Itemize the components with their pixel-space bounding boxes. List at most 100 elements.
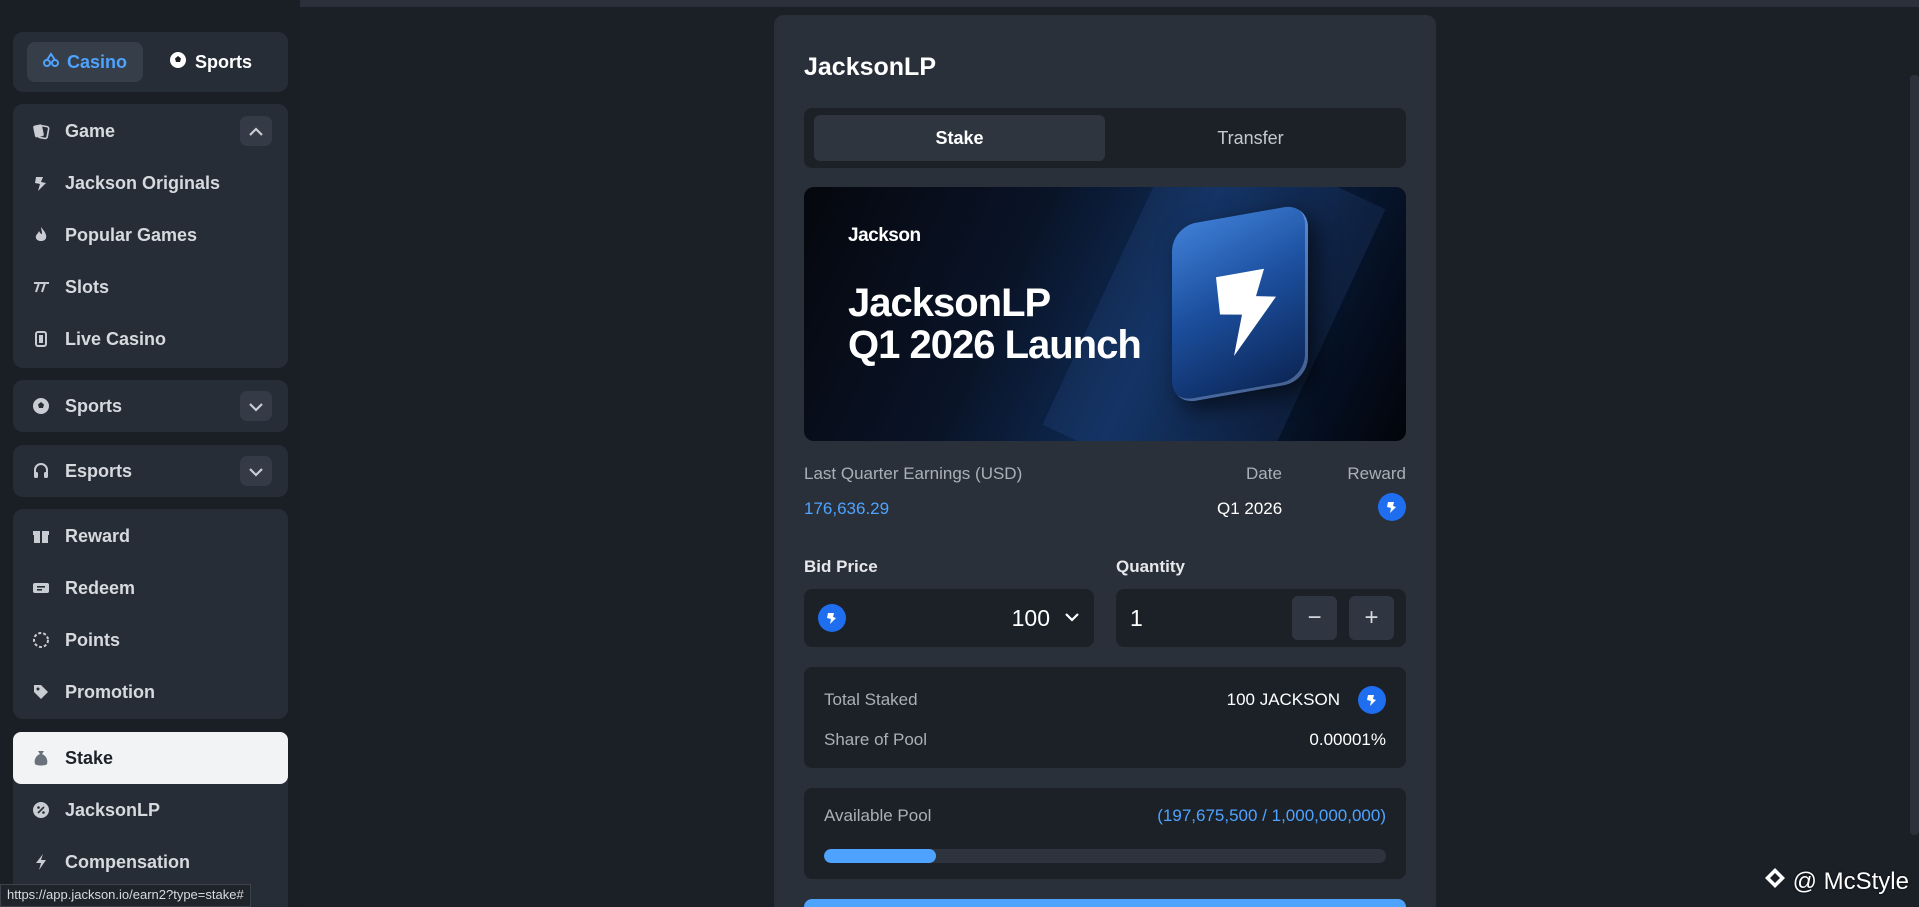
casino-mode-button[interactable]: Casino [27,42,144,82]
jackson-coin-icon [1358,686,1386,714]
share-of-pool-label: Share of Pool [824,730,928,749]
page-title: JacksonLP [804,53,937,81]
jackson-coin-icon [818,604,846,632]
pool-progress-bar [824,849,1386,863]
nav-item-game[interactable]: Game [13,105,288,157]
share-of-pool-value: 0.00001% [1309,730,1386,749]
jackson-logo-tile-icon [1172,203,1308,405]
lightning-icon [31,852,51,872]
watermark: @ McStyle [1763,866,1909,897]
nav-item-sports[interactable]: Sports [13,380,288,432]
chevron-up-icon [248,121,264,142]
nav-item-promotion[interactable]: Promotion [13,666,288,718]
nav-item-label: Reward [65,525,131,546]
nav-item-stake[interactable]: Stake [13,732,288,784]
soccer-ball-icon [169,51,187,74]
nav-item-label: Points [65,629,121,650]
collapse-game-button[interactable] [240,116,272,146]
bid-price-label: Bid Price [804,557,878,576]
slots-icon [31,277,51,297]
jackson-coin-icon [1378,493,1406,521]
stake-transfer-tabs: Stake Transfer [804,108,1406,168]
tab-transfer[interactable]: Transfer [1105,115,1396,161]
tab-stake[interactable]: Stake [814,115,1105,161]
bid-price-select[interactable]: 100 [804,589,1094,647]
total-staked-value: 100 JACKSON [1226,690,1340,709]
nav-item-label: Compensation [65,851,191,872]
total-staked-row: Total Staked 100 JACKSON [824,685,1386,715]
nav-item-label: Promotion [65,681,155,702]
quantity-input[interactable] [1130,604,1250,632]
nav-item-popular-games[interactable]: Popular Games [13,209,288,261]
page-scrollbar[interactable] [1910,75,1919,835]
headset-icon [31,461,51,481]
nav-item-slots[interactable]: Slots [13,261,288,313]
soccer-ball-icon [31,396,51,416]
pool-progress-fill [824,849,937,863]
nav-item-jacksonlp[interactable]: JacksonLP [13,784,288,836]
nav-item-label: Stake [65,747,114,768]
available-pool: Available Pool (197,675,500 / 1,000,000,… [804,788,1406,879]
sports-mode-button[interactable]: Sports [153,42,268,82]
nav-item-jackson-originals[interactable]: Jackson Originals [13,157,288,209]
chevron-down-icon [248,396,264,417]
earnings-value: 176,636.29 [804,499,890,518]
diamond-logo-icon [1763,866,1787,897]
increment-button[interactable]: + [1349,596,1394,640]
date-label: Date [1246,464,1282,483]
nav-item-compensation[interactable]: Compensation [13,836,288,888]
nav-item-reward[interactable]: Reward [13,510,288,562]
nav-item-label: Esports [65,460,133,481]
nav-item-points[interactable]: Points [13,614,288,666]
bid-price-value: 100 [1011,604,1050,631]
percent-badge-icon [31,800,51,820]
nav-group-esports: Esports [13,445,288,497]
nav-item-esports[interactable]: Esports [13,445,288,497]
mode-switch: Casino Sports [13,32,288,92]
nav-item-label: Redeem [65,577,136,598]
banner-headline: JacksonLP Q1 2026 Launch [848,281,1142,367]
nav-item-label: JacksonLP [65,799,161,820]
flame-icon [31,225,51,245]
available-pool-value: (197,675,500 / 1,000,000,000) [1157,806,1386,825]
nav-item-label: Jackson Originals [65,172,221,193]
nav-item-label: Live Casino [65,328,167,349]
ticket-icon [31,578,51,598]
casino-icon [43,51,59,73]
decrement-button[interactable]: − [1292,596,1337,640]
chevron-down-icon [1064,609,1080,627]
casino-mode-label: Casino [67,51,128,72]
status-bar-url: https://app.jackson.io/earn2?type=stake# [0,884,251,907]
nav-item-label: Game [65,120,116,141]
top-divider [300,0,1919,7]
nav-group-sports: Sports [13,380,288,432]
tag-icon [31,682,51,702]
nav-item-label: Slots [65,276,110,297]
earnings-label: Last Quarter Earnings (USD) [804,464,1023,483]
expand-sports-button[interactable] [240,391,272,421]
chevron-down-icon [248,461,264,482]
banner-brand: Jackson [848,225,921,246]
nav-group-game: Game Jackson Originals Popular Games Slo… [13,104,288,368]
total-staked-value-wrap: 100 JACKSON [1227,686,1386,714]
cards-icon [31,121,51,141]
money-bag-icon [31,748,51,768]
watermark-text: @ McStyle [1792,867,1909,895]
stake-submit-button[interactable] [804,899,1406,907]
available-pool-label: Available Pool [824,806,932,825]
stake-summary: Total Staked 100 JACKSON Share of Pool 0… [804,667,1406,768]
share-of-pool-row: Share of Pool 0.00001% [824,725,1386,755]
expand-esports-button[interactable] [240,456,272,486]
banner-headline-line1: JacksonLP [848,281,1051,325]
banner-headline-line2: Q1 2026 Launch [848,323,1142,367]
dealer-icon [31,329,51,349]
nav-item-label: Sports [65,395,123,416]
launch-banner: Jackson JacksonLP Q1 2026 Launch [804,187,1406,441]
nav-group-stake: Stake JacksonLP Compensation [13,732,288,907]
sports-mode-label: Sports [195,51,253,72]
nav-item-redeem[interactable]: Redeem [13,562,288,614]
reward-label: Reward [1347,464,1406,483]
nav-item-live-casino[interactable]: Live Casino [13,313,288,365]
nav-group-reward: Reward Redeem Points Promotion [13,509,288,719]
jackson-logo-icon [31,173,51,193]
